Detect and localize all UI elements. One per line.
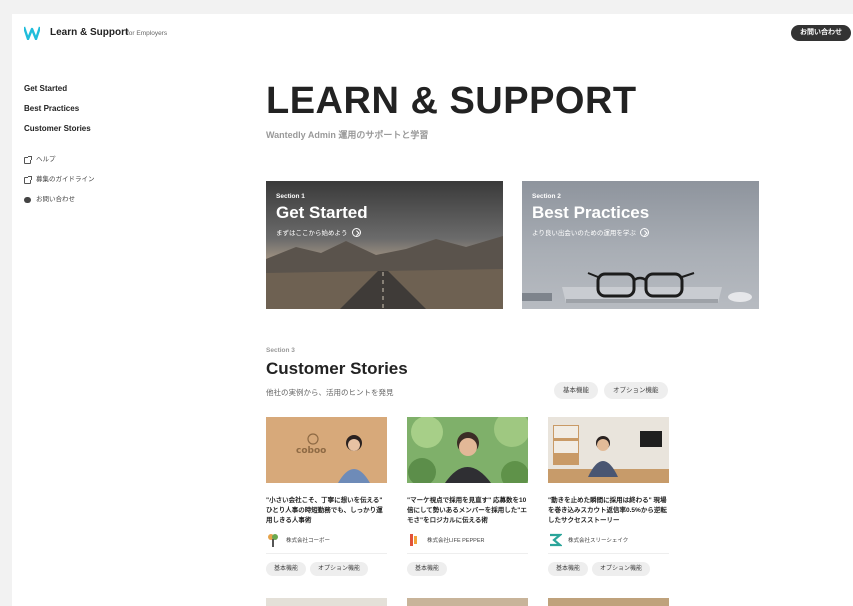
section3-title: Customer Stories — [266, 359, 408, 378]
company-row: 株式会社コーボー — [266, 532, 387, 554]
header: Learn & Support for Employers お問い合わせ — [12, 14, 853, 54]
tag-basic[interactable]: 基本機能 — [266, 562, 307, 576]
filter-option[interactable]: オプション機能 — [604, 382, 668, 399]
story-card[interactable]: "動きを止めた瞬間に採用は終わる" 現場を巻き込みスカウト返信率0.5%から逆転… — [548, 417, 669, 576]
sidebar: Get Started Best Practices Customer Stor… — [24, 84, 144, 210]
company-name: 株式会社コーボー — [286, 537, 331, 544]
tag-basic[interactable]: 基本機能 — [548, 562, 589, 576]
page: Learn & Support for Employers お問い合わせ Get… — [12, 14, 853, 606]
page-title: LEARN & SUPPORT — [266, 80, 637, 122]
sidebar-item-help[interactable]: ヘルプ — [24, 150, 144, 170]
wantedly-logo-icon[interactable] — [24, 26, 40, 40]
sidebar-item-best-practices[interactable]: Best Practices — [24, 104, 144, 124]
sidebar-item-customer-stories[interactable]: Customer Stories — [24, 124, 144, 144]
section-title: Best Practices — [532, 203, 650, 222]
section3-subtitle: 他社の実例から、活用のヒントを発見 — [266, 388, 394, 397]
company-name: 株式会社スリーシェイク — [568, 537, 629, 544]
svg-text:coboo: coboo — [296, 446, 326, 456]
section-subtitle: まずはここから始めよう — [276, 227, 361, 237]
filter-tags: 基本機能 オプション機能 — [554, 382, 668, 399]
story-tags: 基本機能 オプション機能 — [548, 562, 669, 576]
sidebar-item-guidelines[interactable]: 募集のガイドライン — [24, 170, 144, 190]
section-card-best-practices[interactable]: Section 2 Best Practices より良い出会いのための運用を学… — [522, 181, 759, 309]
section-label: Section 1 — [276, 193, 305, 200]
story-card-partial[interactable] — [407, 598, 528, 606]
contact-button[interactable]: お問い合わせ — [791, 25, 851, 41]
company-row: 株式会社LIFE PEPPER — [407, 532, 528, 554]
story-card-partial[interactable] — [266, 598, 387, 606]
story-image-lifepepper — [407, 411, 530, 489]
company-logo-icon — [410, 533, 417, 546]
tag-basic[interactable]: 基本機能 — [407, 562, 448, 576]
external-link-icon — [24, 155, 32, 164]
story-tags: 基本機能 — [407, 562, 528, 576]
story-title[interactable]: "小さい会社こそ、丁寧に想いを伝える" ひとり人事の時短勤務でも、しっかり運用し… — [266, 496, 387, 528]
sidebar-item-label: ヘルプ — [36, 156, 56, 163]
story-image-coboo: coboo — [266, 417, 387, 483]
tag-option[interactable]: オプション機能 — [592, 562, 651, 576]
glasses-laptop-image — [522, 272, 752, 303]
section3-label: Section 3 — [266, 347, 295, 354]
story-card[interactable]: coboo "小さい会社こそ、丁寧に想いを伝える" ひとり人事の時短勤務でも、し… — [266, 417, 387, 576]
external-link-icon — [24, 175, 32, 184]
circle-arrow-icon — [351, 227, 361, 237]
story-image-3shake — [548, 417, 669, 483]
section-subtitle-text: まずはここから始めよう — [276, 230, 348, 237]
story-card[interactable]: "マーケ視点で採用を見直す" 応募数を10倍にして勢いあるメンバーを採用した"エ… — [407, 411, 530, 576]
road-landscape-image — [266, 236, 503, 309]
circle-arrow-icon — [639, 227, 649, 237]
page-subtitle: Wantedly Admin 運用のサポートと学習 — [266, 130, 429, 140]
section-subtitle: より良い出会いのための運用を学ぶ — [532, 227, 649, 237]
section-subtitle-text: より良い出会いのための運用を学ぶ — [532, 230, 636, 237]
story-title[interactable]: "動きを止めた瞬間に採用は終わる" 現場を巻き込みスカウト返信率0.5%から逆転… — [548, 496, 669, 528]
brand-subtitle: for Employers — [127, 30, 168, 37]
company-name: 株式会社LIFE PEPPER — [427, 537, 485, 544]
sidebar-item-label: お問い合わせ — [36, 196, 75, 203]
sidebar-item-label: 募集のガイドライン — [36, 176, 95, 183]
sidebar-item-get-started[interactable]: Get Started — [24, 84, 144, 104]
section-title: Get Started — [276, 203, 368, 222]
company-row: 株式会社スリーシェイク — [548, 532, 669, 554]
filter-basic[interactable]: 基本機能 — [554, 382, 598, 399]
section-card-get-started[interactable]: Section 1 Get Started まずはここから始めよう — [266, 181, 503, 309]
chat-icon — [24, 197, 31, 203]
brand-title[interactable]: Learn & Support — [50, 27, 128, 38]
company-logo-icon — [550, 533, 562, 546]
company-logo-icon — [268, 533, 278, 547]
story-tags: 基本機能 オプション機能 — [266, 562, 387, 576]
story-card-partial[interactable] — [548, 598, 669, 606]
sidebar-item-contact[interactable]: お問い合わせ — [24, 190, 144, 210]
story-title[interactable]: "マーケ視点で採用を見直す" 応募数を10倍にして勢いあるメンバーを採用した"エ… — [407, 496, 528, 528]
tag-option[interactable]: オプション機能 — [310, 562, 369, 576]
section-label: Section 2 — [532, 193, 561, 200]
